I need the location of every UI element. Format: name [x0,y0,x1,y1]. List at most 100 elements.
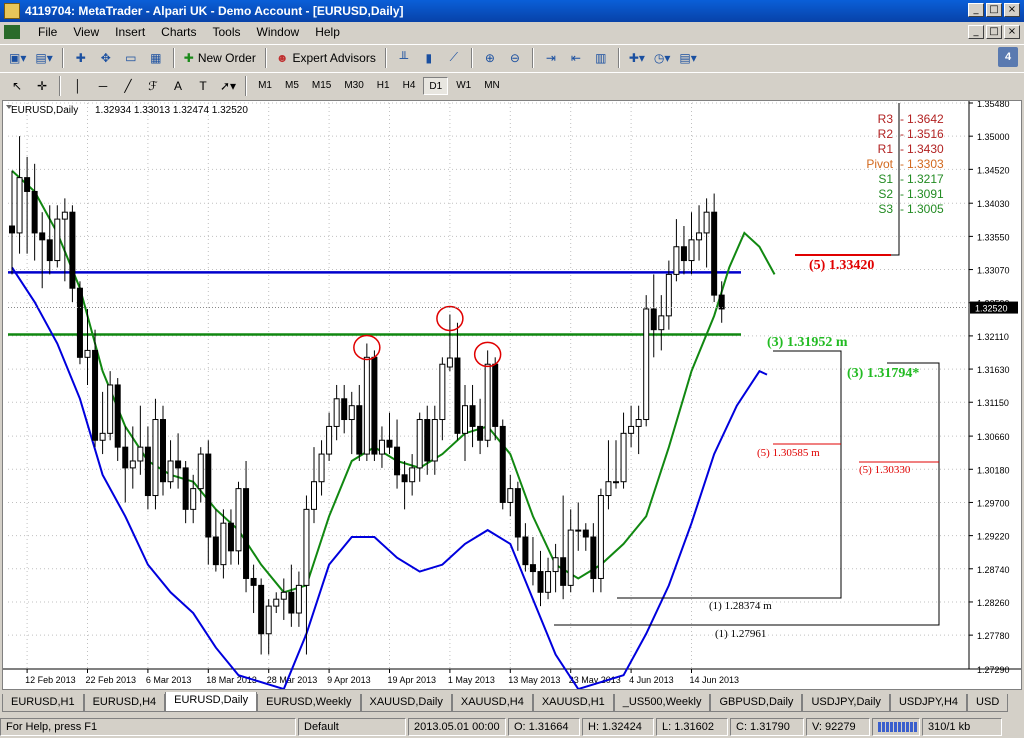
maximize-button[interactable]: □ [986,3,1002,17]
candlestick-icon[interactable]: ▮ [418,47,440,69]
text-icon[interactable]: A [167,75,189,97]
chart-tab[interactable]: XAUUSD,H1 [532,694,614,712]
zoom-in-icon[interactable]: ⊕ [479,47,501,69]
price-annotation: (5) 1.30330 [859,464,911,476]
candle-body [688,239,695,262]
mdi-close-button[interactable]: × [1004,25,1020,39]
fibonacci-icon[interactable]: ℱ [142,75,164,97]
mdi-restore-button[interactable]: □ [986,25,1002,39]
expert-advisors-icon: ☻ [275,50,289,65]
new-chart-icon[interactable]: ▣▾ [6,47,29,69]
chart-tab[interactable]: XAUUSD,H4 [451,694,533,712]
chart-tab[interactable]: XAUUSD,Daily [360,694,452,712]
crosshair-icon[interactable]: ✛ [31,75,53,97]
candle-body [39,232,46,241]
pivot-name: R3 [878,112,894,126]
timeframe-d1[interactable]: D1 [423,76,449,95]
mdi-minimize-button[interactable]: _ [968,25,984,39]
timeframe-h1[interactable]: H1 [372,77,395,95]
candle-body [197,453,204,490]
line-chart-icon[interactable]: ⟋ [443,47,465,69]
candle-body [477,425,484,441]
chart-tab[interactable]: USDJPY,Daily [802,694,890,712]
bar-chart-icon[interactable]: ╨ [393,47,415,69]
pivot-value: 1.3430 [907,142,944,156]
candle-body [537,571,544,593]
title-bar: 4119704: MetaTrader - Alpari UK - Demo A… [0,0,1024,22]
timeframe-m1[interactable]: M1 [253,77,277,95]
candle [499,419,506,510]
candle-body [258,584,265,635]
zoom-out-icon[interactable]: ⊖ [504,47,526,69]
menu-charts[interactable]: Charts [153,25,204,39]
close-button[interactable]: × [1004,3,1020,17]
help-badge[interactable]: 4 [998,47,1018,67]
menu-file[interactable]: File [30,25,65,39]
trendline-icon[interactable]: ╱ [117,75,139,97]
expert-advisors-button[interactable]: ☻ Expert Advisors [273,47,379,69]
menu-tools[interactable]: Tools [205,25,249,39]
horizontal-line-icon[interactable]: ─ [92,75,114,97]
status-traffic: 310/1 kb [922,718,1002,736]
auto-scroll-icon[interactable]: ⇥ [540,47,562,69]
chart-tab[interactable]: EURUSD,H1 [2,694,84,712]
candle [371,350,378,461]
candle-body [243,488,250,579]
toolbar-separator [384,47,387,68]
arrows-icon[interactable]: ➚▾ [217,75,239,97]
candle-body [341,398,348,421]
price-chart[interactable]: 1.35480 1.35000 1.34520 1.34030 1.33550 1.330… [3,101,1021,689]
cursor-icon[interactable]: ↖ [6,75,28,97]
timeframe-m15[interactable]: M15 [307,77,336,95]
candle-body [439,363,446,421]
candle [69,205,76,303]
tester-icon[interactable]: ▦ [145,47,167,69]
menu-help[interactable]: Help [307,25,348,39]
traffic-icon [872,718,920,736]
pivot-dash: - [900,157,904,171]
terminal-icon[interactable]: ▭ [120,47,142,69]
market-watch-icon[interactable]: ✚ [70,47,92,69]
candle-body [386,439,393,448]
profiles-icon[interactable]: ▤▾ [32,47,55,69]
chart-tab[interactable]: EURUSD,Daily [165,692,258,712]
candle-body [605,481,612,497]
templates-icon[interactable]: ▤▾ [676,47,699,69]
candle-body [378,439,385,455]
menu-view[interactable]: View [65,25,107,39]
minimize-button[interactable]: _ [968,3,984,17]
vertical-line-icon[interactable]: │ [67,75,89,97]
menu-window[interactable]: Window [249,25,308,39]
timeframe-h4[interactable]: H4 [398,77,421,95]
app-icon [4,3,20,19]
pivot-dash: - [900,142,904,156]
chart-window[interactable]: 1.35480 1.35000 1.34520 1.34030 1.33550 1.330… [2,100,1022,690]
candle-body [84,349,91,358]
timeframe-m30[interactable]: M30 [339,77,368,95]
window-title: 4119704: MetaTrader - Alpari UK - Demo A… [25,4,404,18]
price-annotation: (5) 1.30585 m [757,447,820,459]
timeframe-w1[interactable]: W1 [451,77,476,95]
periods-icon[interactable]: ◷▾ [651,47,674,69]
chart-tab[interactable]: USD [967,694,1009,712]
label-icon[interactable]: T [192,75,214,97]
timeframe-m5[interactable]: M5 [280,77,304,95]
new-order-button[interactable]: ✚ New Order [181,47,259,69]
candle-body [16,177,23,234]
chart-tab[interactable]: GBPUSD,Daily [710,694,803,712]
chart-tab[interactable]: _US500,Weekly [613,694,711,712]
chart-tab[interactable]: EURUSD,Weekly [257,694,361,712]
chart-tab[interactable]: EURUSD,H4 [83,694,166,712]
indicators-icon[interactable]: ✚▾ [626,47,648,69]
price-tick-label: 1.34520 [977,165,1010,175]
timeframe-mn[interactable]: MN [479,77,505,95]
pivot-name: R2 [878,127,894,141]
chart-tab[interactable]: USDJPY,H4 [889,694,968,712]
navigator-icon[interactable]: ✥ [95,47,117,69]
tile-icon[interactable]: ▥ [590,47,612,69]
candle-body [567,529,574,586]
chart-shift-icon[interactable]: ⇤ [565,47,587,69]
candle-body [348,405,355,421]
menu-insert[interactable]: Insert [107,25,153,39]
standard-toolbar: ▣▾ ▤▾ ✚ ✥ ▭ ▦ ✚ New Order ☻ Expert Advisor… [0,44,1024,70]
